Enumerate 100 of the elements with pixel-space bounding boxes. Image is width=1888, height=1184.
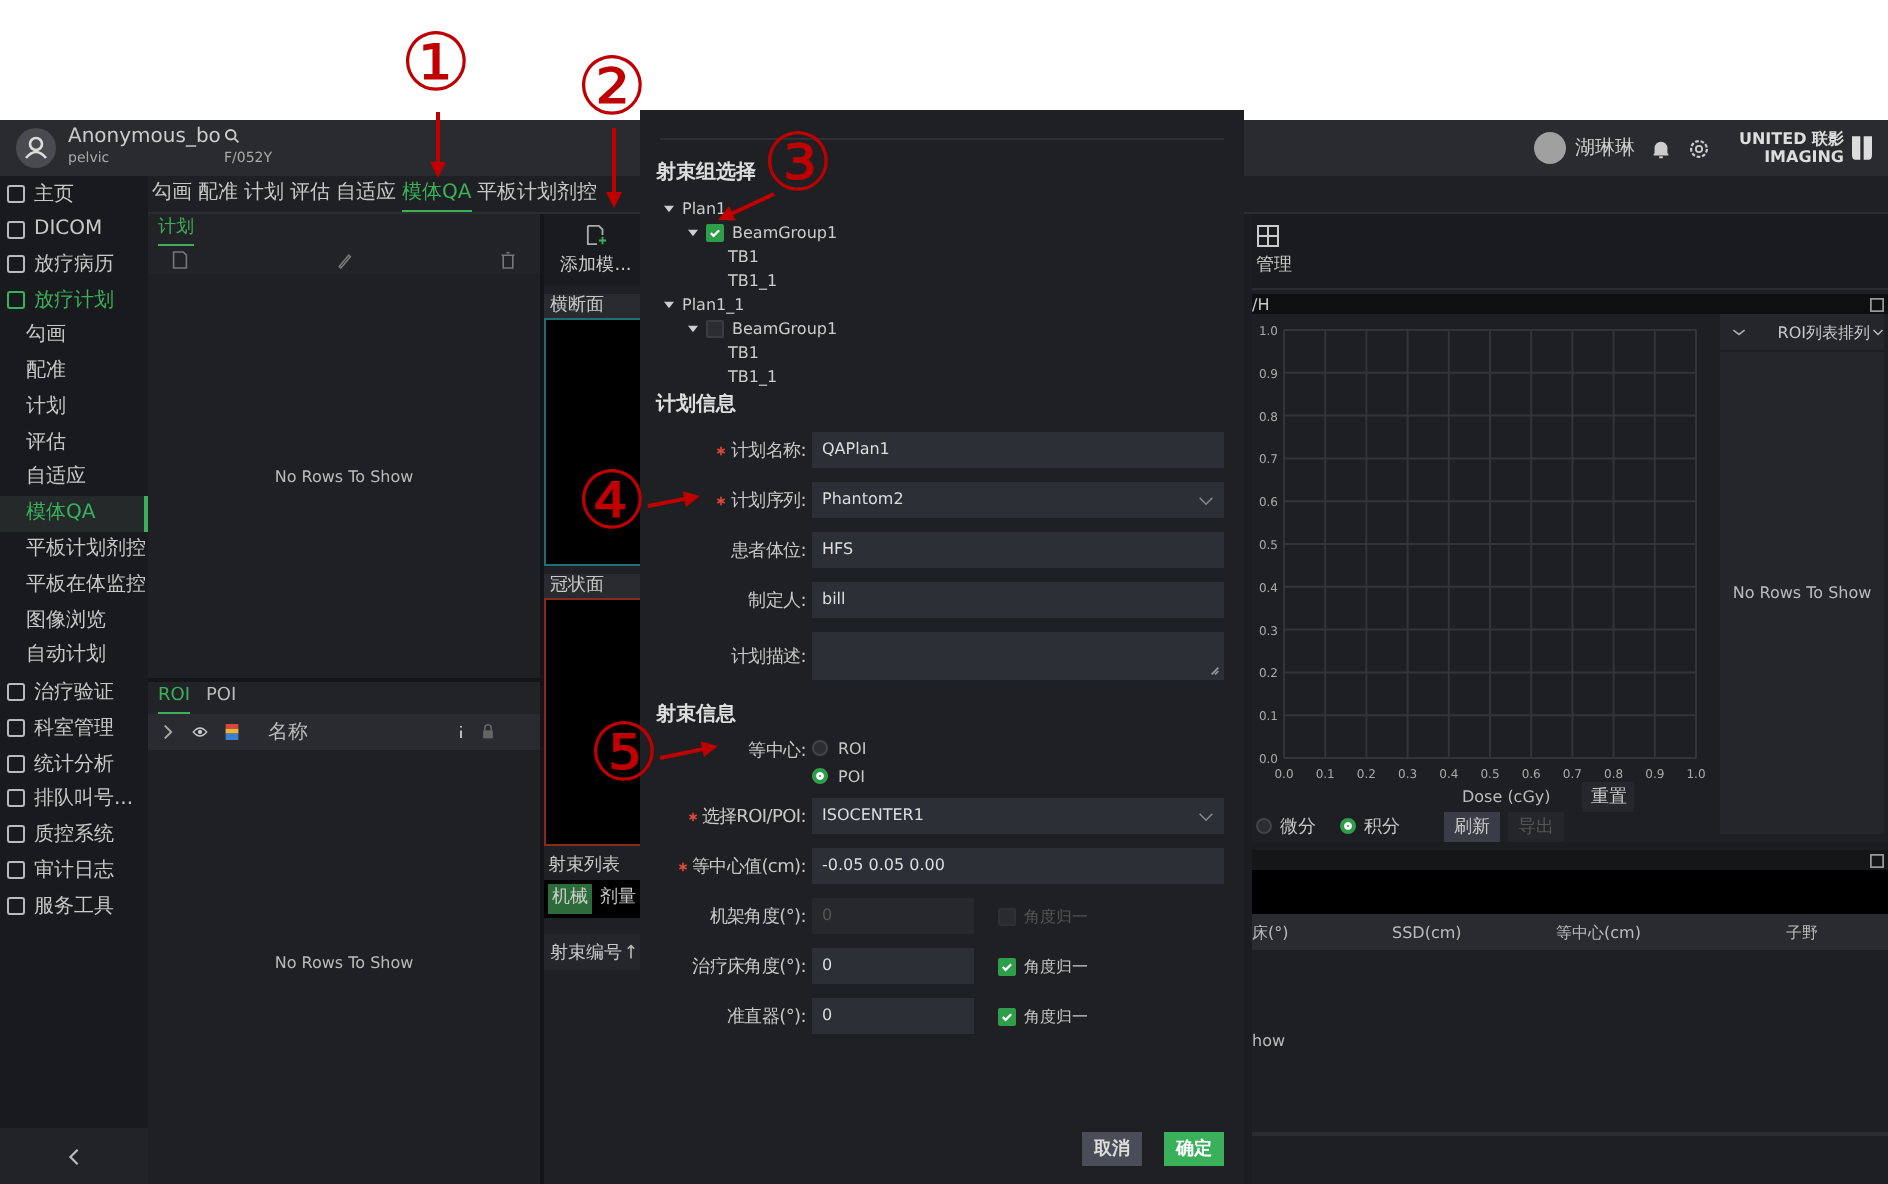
menu-square-icon	[6, 290, 26, 311]
settings-icon[interactable]	[1688, 137, 1711, 159]
sidebar-subitem[interactable]: 平板计划剂控	[0, 531, 148, 568]
text-field[interactable]: HFS	[812, 532, 1224, 568]
chevron-down-icon[interactable]	[1872, 327, 1884, 337]
module-tab[interactable]: 平板计划剂控	[477, 176, 598, 212]
checkbox[interactable]	[706, 319, 724, 337]
field-label: 计划序列:	[730, 489, 806, 513]
sidebar-subitem[interactable]: 自动计划	[0, 638, 148, 675]
sidebar-item[interactable]: 服务工具	[0, 887, 148, 924]
sidebar-item[interactable]: 审计日志	[0, 852, 148, 888]
empty-message: No Rows To Show	[274, 467, 414, 485]
checkbox[interactable]	[998, 1007, 1016, 1025]
refresh-button[interactable]: 刷新	[1444, 811, 1500, 841]
search-icon[interactable]	[224, 127, 240, 143]
field-label: 患者体位:	[730, 539, 806, 563]
manage-button[interactable]: 管理	[1252, 224, 1292, 278]
tree-item[interactable]: TB1_1	[728, 367, 778, 385]
module-tab[interactable]: 评估	[290, 176, 330, 212]
radio-button[interactable]	[1340, 818, 1356, 834]
view-label: 冠状面	[550, 576, 604, 596]
sidebar-item[interactable]: 科室管理	[0, 709, 148, 746]
expand-triangle-icon[interactable]	[688, 227, 698, 237]
sidebar-item[interactable]: 放疗计划	[0, 282, 148, 319]
sidebar-item[interactable]: 质控系统	[0, 816, 148, 853]
module-tab[interactable]: 计划	[244, 176, 284, 212]
sidebar-item[interactable]: 治疗验证	[0, 674, 148, 710]
cancel-button[interactable]: 取消	[1082, 1132, 1142, 1166]
pencil-icon[interactable]	[336, 250, 352, 270]
column-header: SSD(cm)	[1392, 923, 1464, 941]
sidebar-item[interactable]: 统计分析	[0, 745, 148, 782]
tree-item[interactable]: Plan1	[682, 199, 727, 217]
annotation-number: ③	[762, 124, 834, 204]
select-field[interactable]: ISOCENTER1	[812, 798, 1224, 834]
checkbox[interactable]	[706, 223, 724, 241]
sort-dropdown[interactable]: ROI列表排列	[1777, 321, 1884, 343]
section-title: 计划信息	[656, 392, 738, 420]
reset-button[interactable]: 重置	[1582, 781, 1635, 811]
grid-icon	[1256, 224, 1280, 248]
sidebar-subitem[interactable]: 配准	[0, 353, 148, 390]
tree-item[interactable]: BeamGroup1	[732, 223, 838, 241]
field-label: 等中心值(cm):	[691, 855, 806, 879]
expand-chevron-icon[interactable]	[160, 724, 176, 740]
sidebar-subitem[interactable]: 计划	[0, 389, 148, 426]
tree-item[interactable]: Plan1_1	[682, 295, 745, 313]
expand-triangle-icon[interactable]	[688, 323, 698, 333]
sidebar-subitem[interactable]: 自适应	[0, 460, 148, 497]
radio-button[interactable]	[1256, 818, 1272, 834]
text-field[interactable]: -0.05 0.05 0.00	[812, 848, 1224, 884]
sidebar-subitem[interactable]: 图像浏览	[0, 603, 148, 639]
expand-triangle-icon[interactable]	[664, 203, 674, 213]
field-label: 机架角度(°):	[709, 905, 806, 929]
tree-item[interactable]: TB1	[728, 343, 759, 361]
document-icon[interactable]	[172, 250, 188, 270]
collapse-chevron-icon[interactable]	[68, 1147, 80, 1165]
annotation-arrow	[606, 128, 622, 208]
tree-item[interactable]: TB1	[728, 247, 759, 265]
mode-toggle[interactable]: 机械	[548, 884, 592, 914]
tree-item[interactable]: TB1_1	[728, 271, 778, 289]
module-tab[interactable]: 勾画	[152, 176, 192, 212]
eye-icon[interactable]	[192, 724, 208, 740]
number-field[interactable]: 0	[812, 998, 974, 1034]
module-tab[interactable]: 自适应	[336, 176, 396, 212]
column-header: 射束编号	[550, 941, 622, 965]
sidebar-item[interactable]: 主页	[0, 176, 148, 212]
module-tab[interactable]: 配准	[198, 176, 238, 212]
sort-up-arrow-icon[interactable]	[626, 944, 636, 960]
maximize-icon[interactable]	[1870, 297, 1884, 311]
user-avatar[interactable]	[1534, 132, 1567, 164]
section-title: 射束信息	[656, 702, 738, 730]
number-field[interactable]: 0	[812, 948, 974, 984]
mode-toggle[interactable]: 剂量	[596, 884, 640, 914]
beam-list-tab[interactable]: 射束列表	[548, 856, 620, 876]
tree-item[interactable]: BeamGroup1	[732, 319, 838, 337]
text-field[interactable]: bill	[812, 582, 1224, 618]
sidebar-item[interactable]: 排队叫号...	[0, 781, 148, 817]
sidebar-item[interactable]: 放疗病历	[0, 247, 148, 283]
chevron-down-icon[interactable]	[1198, 811, 1214, 821]
sidebar-subitem[interactable]: 勾画	[0, 318, 148, 354]
expand-triangle-icon[interactable]	[664, 299, 674, 309]
sidebar-subitem[interactable]: 平板在体监控	[0, 567, 148, 604]
chevron-down-icon[interactable]	[1198, 495, 1214, 505]
sidebar-subitem[interactable]: 评估	[0, 425, 148, 461]
resize-grip-icon[interactable]	[1210, 666, 1220, 676]
bell-icon[interactable]	[1650, 137, 1673, 159]
sidebar-subitem[interactable]: 模体QA	[0, 496, 148, 532]
checkbox[interactable]	[998, 957, 1016, 975]
field-label: 等中心:	[748, 739, 806, 764]
column-header: 等中心(cm)	[1556, 921, 1643, 943]
maximize-icon[interactable]	[1870, 853, 1884, 867]
text-field[interactable]: QAPlan1	[812, 432, 1224, 468]
sidebar-item[interactable]: DICOM	[0, 211, 148, 248]
radio-button[interactable]	[812, 768, 828, 784]
collapse-icon[interactable]	[1732, 327, 1746, 337]
select-field[interactable]: Phantom2	[812, 482, 1224, 518]
radio-button[interactable]	[812, 740, 828, 756]
roi-panel-tab[interactable]: POI	[206, 682, 237, 714]
trash-icon[interactable]	[500, 250, 516, 270]
menu-square-icon	[6, 788, 26, 809]
module-tab[interactable]: 模体QA	[402, 176, 472, 212]
